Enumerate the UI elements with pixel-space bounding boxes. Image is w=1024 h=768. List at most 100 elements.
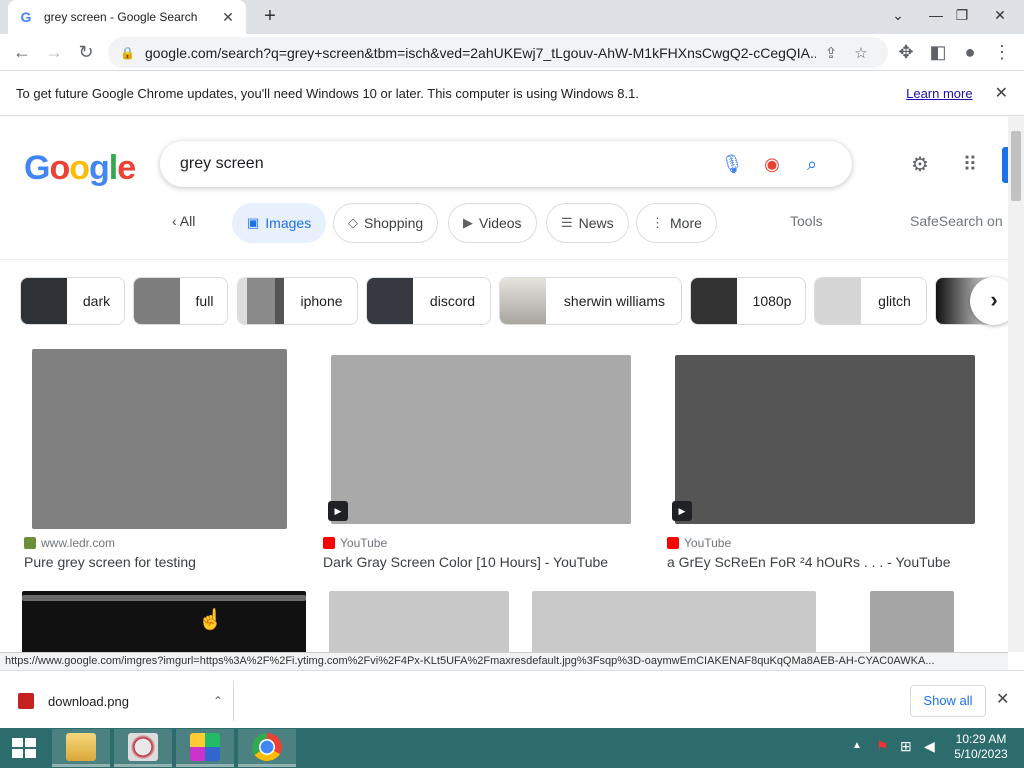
tab-search-chevron-icon[interactable]: ⌄: [886, 3, 910, 27]
tab-close-icon[interactable]: ✕: [220, 9, 236, 26]
system-tray: ▲ ⚑ ⊞ ◀ 10:29 AM 5/10/2023: [850, 728, 1024, 768]
restore-button[interactable]: ❐: [950, 3, 974, 27]
share-icon[interactable]: ⇪: [816, 44, 846, 62]
image-icon: ▣: [247, 215, 260, 230]
png-file-icon: [18, 693, 34, 709]
video-play-icon: ▶: [672, 501, 692, 521]
new-tab-button[interactable]: +: [258, 4, 282, 28]
header-divider: [0, 259, 1008, 260]
more-vert-icon: ⋮: [651, 215, 664, 230]
download-filename: download.png: [48, 693, 129, 709]
tab-strip: G grey screen - Google Search ✕ + ⌄ — ❐ …: [0, 0, 1024, 34]
address-bar[interactable]: 🔒 google.com/search?q=grey+screen&tbm=is…: [108, 37, 888, 68]
refine-chip[interactable]: sherwin williams: [499, 277, 682, 325]
tab-videos[interactable]: ▶ Videos: [448, 203, 537, 243]
folder-icon: [66, 733, 96, 761]
tab-shopping[interactable]: ◇ Shopping: [333, 203, 439, 243]
result-image[interactable]: [532, 591, 816, 652]
reload-icon[interactable]: ↻: [74, 40, 98, 64]
tab-images[interactable]: ▣ Images: [232, 203, 327, 243]
windows-taskbar: ▲ ⚑ ⊞ ◀ 10:29 AM 5/10/2023: [0, 728, 1024, 768]
lock-icon[interactable]: 🔒: [120, 46, 135, 60]
result-title[interactable]: a GrEy ScReEn FoR ²4 hOuRs . . . - YouTu…: [667, 554, 951, 570]
camera-lens-icon[interactable]: ◉: [752, 154, 792, 175]
tab-title: grey screen - Google Search: [44, 10, 198, 24]
result-image[interactable]: [675, 355, 975, 524]
chrome-taskbar-button[interactable]: [238, 729, 296, 767]
search-icon[interactable]: ⌕: [792, 154, 832, 175]
status-url: https://www.google.com/imgres?imgurl=htt…: [0, 652, 1008, 670]
url-text[interactable]: google.com/search?q=grey+screen&tbm=isch…: [145, 45, 816, 61]
result-image[interactable]: [329, 591, 509, 652]
forward-arrow-icon[interactable]: →: [42, 40, 66, 64]
mouse-pointer-icon: ☝: [198, 609, 223, 631]
download-shelf-close-icon[interactable]: ✕: [996, 689, 1009, 709]
result-image-toolbar: [22, 595, 306, 601]
refine-chip[interactable]: dark: [20, 277, 125, 325]
tools-button[interactable]: Tools: [790, 213, 823, 229]
start-button[interactable]: [0, 728, 48, 768]
page-content: Google 🎙 ◉ ⌕ ⚙ ⠿ ‹ All ▣Images ◇Shopping…: [0, 117, 1008, 652]
youtube-icon: [667, 537, 679, 549]
download-item[interactable]: download.png ⌃: [8, 681, 234, 721]
learn-more-link[interactable]: Learn more: [906, 86, 972, 101]
download-shelf: download.png ⌃ Show all ✕: [0, 670, 1024, 728]
safesearch-button[interactable]: SafeSearch on: [910, 213, 1003, 229]
refine-chip[interactable]: 1080p: [690, 277, 806, 325]
google-logo[interactable]: Google: [24, 149, 136, 188]
result-title[interactable]: Dark Gray Screen Color [10 Hours] - YouT…: [323, 554, 608, 570]
chip-thumbnail: [500, 278, 546, 324]
chip-thumbnail: [367, 278, 413, 324]
tab-all[interactable]: ‹ All: [172, 213, 195, 229]
search-tabs: ‹ All ▣ Images ◇ Shopping ▶ Videos ☰ News ⋮ M…: [0, 203, 1008, 247]
scrollbar-thumb[interactable]: [1011, 131, 1021, 201]
result-image[interactable]: [331, 355, 631, 524]
chrome-menu-icon[interactable]: ⋮: [990, 40, 1014, 64]
result-title[interactable]: Pure grey screen for testing: [24, 554, 196, 570]
update-infobar: To get future Google Chrome updates, you…: [0, 71, 1024, 116]
system-clock[interactable]: 10:29 AM 5/10/2023: [942, 732, 1020, 762]
side-panel-icon[interactable]: ◧: [926, 40, 950, 64]
chevron-up-icon[interactable]: ⌃: [213, 694, 223, 708]
volume-muted-icon[interactable]: ◀: [924, 738, 935, 755]
extensions-puzzle-icon[interactable]: ✥: [894, 40, 918, 64]
show-all-button[interactable]: Show all: [910, 685, 986, 717]
result-image[interactable]: [870, 591, 954, 652]
result-image[interactable]: [32, 349, 287, 529]
refine-chip[interactable]: glitch: [814, 277, 927, 325]
infobar-close-icon[interactable]: ✕: [995, 83, 1008, 103]
news-icon: ☰: [561, 215, 573, 230]
refine-chip[interactable]: full: [133, 277, 228, 325]
browser-tab[interactable]: G grey screen - Google Search ✕: [8, 0, 246, 34]
settings-gear-icon[interactable]: ⚙: [908, 153, 932, 177]
app-taskbar-button[interactable]: [176, 729, 234, 767]
apps-grid-icon[interactable]: ⠿: [958, 153, 982, 177]
tray-expand-icon[interactable]: ▲: [852, 740, 862, 751]
tab-news[interactable]: ☰ News: [546, 203, 629, 243]
browser-toolbar: ← → ↻ 🔒 google.com/search?q=grey+screen&…: [0, 34, 1024, 71]
profile-avatar-icon[interactable]: ●: [958, 40, 982, 64]
search-box: 🎙 ◉ ⌕: [160, 141, 852, 187]
chevron-left-icon: ‹: [172, 213, 180, 229]
back-arrow-icon[interactable]: ←: [10, 40, 34, 64]
clock-date: 5/10/2023: [954, 747, 1008, 761]
youtube-icon: [323, 537, 335, 549]
close-window-button[interactable]: ✕: [988, 3, 1012, 27]
chip-thumbnail: [134, 278, 180, 324]
bookmark-star-icon[interactable]: ☆: [846, 44, 876, 62]
network-icon[interactable]: ⊞: [900, 738, 912, 755]
chip-thumbnail: [691, 278, 737, 324]
minimize-button[interactable]: —: [924, 3, 948, 27]
chip-thumbnail: [815, 278, 861, 324]
microphone-icon[interactable]: 🎙: [712, 154, 752, 175]
tab-more[interactable]: ⋮ More: [636, 203, 717, 243]
refine-chip[interactable]: iphone: [237, 277, 358, 325]
chip-thumbnail: [238, 278, 284, 324]
action-center-flag-icon[interactable]: ⚑: [876, 738, 889, 755]
page-scrollbar[interactable]: [1008, 117, 1024, 652]
search-input[interactable]: [180, 155, 712, 173]
refine-chip[interactable]: discord: [366, 277, 491, 325]
google-favicon-icon: G: [20, 9, 32, 25]
snipping-tool-taskbar-button[interactable]: [114, 729, 172, 767]
file-explorer-taskbar-button[interactable]: [52, 729, 110, 767]
